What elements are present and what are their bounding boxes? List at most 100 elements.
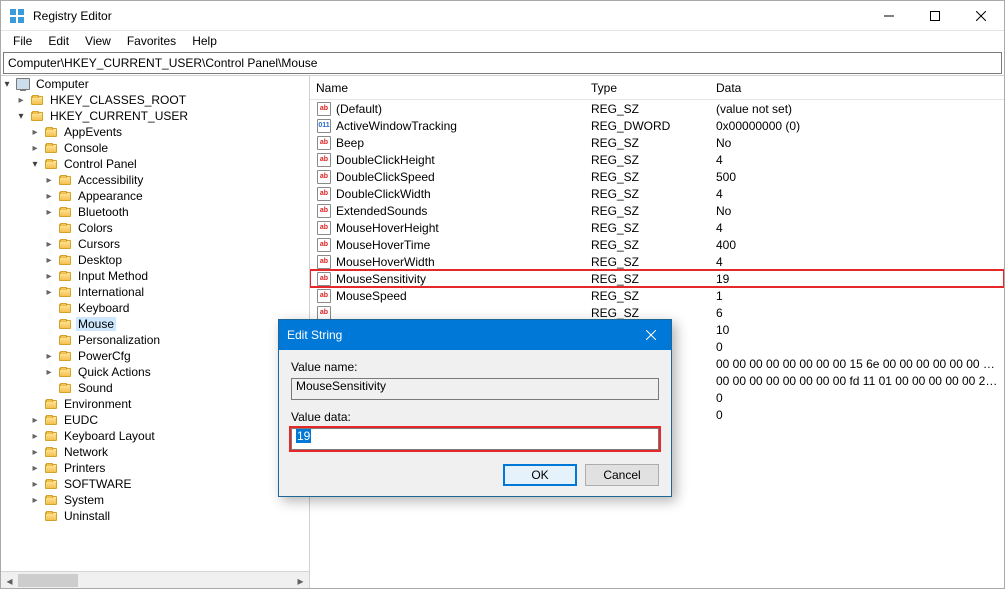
scroll-left-icon[interactable]: ◂ bbox=[1, 572, 18, 588]
folder-icon bbox=[57, 333, 73, 347]
expander-icon[interactable]: ▸ bbox=[29, 126, 41, 138]
expander-icon[interactable] bbox=[29, 398, 41, 410]
tree-item-powercfg[interactable]: ▸PowerCfg bbox=[1, 348, 309, 364]
expander-icon[interactable]: ▸ bbox=[29, 494, 41, 506]
tree-item-keyboard[interactable]: Keyboard bbox=[1, 300, 309, 316]
tree-item-appearance[interactable]: ▸Appearance bbox=[1, 188, 309, 204]
expander-icon[interactable] bbox=[43, 222, 55, 234]
list-row[interactable]: ab(Default)REG_SZ(value not set) bbox=[310, 100, 1004, 117]
expander-icon[interactable]: ▸ bbox=[43, 366, 55, 378]
expander-icon[interactable]: ▸ bbox=[29, 446, 41, 458]
list-row[interactable]: abExtendedSoundsREG_SZNo bbox=[310, 202, 1004, 219]
tree-item-console[interactable]: ▸Console bbox=[1, 140, 309, 156]
address-bar[interactable]: Computer\HKEY_CURRENT_USER\Control Panel… bbox=[3, 52, 1002, 74]
expander-icon[interactable]: ▸ bbox=[29, 430, 41, 442]
column-name[interactable]: Name bbox=[310, 81, 585, 95]
tree-item-inputmethod[interactable]: ▸Input Method bbox=[1, 268, 309, 284]
expander-icon[interactable]: ▸ bbox=[15, 94, 27, 106]
expander-icon[interactable] bbox=[43, 318, 55, 330]
list-row[interactable]: abMouseHoverWidthREG_SZ4 bbox=[310, 253, 1004, 270]
expander-icon[interactable]: ▸ bbox=[43, 254, 55, 266]
tree-item-colors[interactable]: Colors bbox=[1, 220, 309, 236]
list-row[interactable]: 011ActiveWindowTrackingREG_DWORD0x000000… bbox=[310, 117, 1004, 134]
scroll-right-icon[interactable]: ▸ bbox=[292, 572, 309, 588]
expander-icon[interactable]: ▾ bbox=[15, 110, 27, 122]
expander-icon[interactable]: ▸ bbox=[43, 270, 55, 282]
tree-item-eudc[interactable]: ▸EUDC bbox=[1, 412, 309, 428]
tree-label: Control Panel bbox=[62, 157, 139, 171]
expander-icon[interactable] bbox=[43, 302, 55, 314]
tree-item-environment[interactable]: Environment bbox=[1, 396, 309, 412]
tree-item-system[interactable]: ▸System bbox=[1, 492, 309, 508]
tree-item-appevents[interactable]: ▸AppEvents bbox=[1, 124, 309, 140]
ok-button[interactable]: OK bbox=[503, 464, 577, 486]
minimize-button[interactable] bbox=[866, 1, 912, 31]
list-row[interactable]: abMouseSpeedREG_SZ1 bbox=[310, 287, 1004, 304]
tree-item-sound[interactable]: Sound bbox=[1, 380, 309, 396]
expander-icon[interactable]: ▸ bbox=[29, 414, 41, 426]
menu-help[interactable]: Help bbox=[184, 32, 225, 50]
column-type[interactable]: Type bbox=[585, 81, 710, 95]
expander-icon[interactable]: ▸ bbox=[43, 190, 55, 202]
tree-scrollbar[interactable]: ◂ ▸ bbox=[1, 571, 309, 588]
expander-icon[interactable] bbox=[43, 382, 55, 394]
menu-edit[interactable]: Edit bbox=[40, 32, 77, 50]
expander-icon[interactable] bbox=[43, 334, 55, 346]
list-row[interactable]: abDoubleClickSpeedREG_SZ500 bbox=[310, 168, 1004, 185]
list-row[interactable]: abMouseHoverHeightREG_SZ4 bbox=[310, 219, 1004, 236]
tree-item-international[interactable]: ▸International bbox=[1, 284, 309, 300]
menu-view[interactable]: View bbox=[77, 32, 119, 50]
folder-icon bbox=[43, 461, 59, 475]
list-row[interactable]: abDoubleClickHeightREG_SZ4 bbox=[310, 151, 1004, 168]
expander-icon[interactable]: ▸ bbox=[29, 462, 41, 474]
column-data[interactable]: Data bbox=[710, 81, 1004, 95]
value-name-field[interactable]: MouseSensitivity bbox=[291, 378, 659, 400]
tree-item-personalization[interactable]: Personalization bbox=[1, 332, 309, 348]
tree-item-bluetooth[interactable]: ▸Bluetooth bbox=[1, 204, 309, 220]
cancel-button[interactable]: Cancel bbox=[585, 464, 659, 486]
list-row[interactable]: abMouseSensitivityREG_SZ19 bbox=[310, 270, 1004, 287]
expander-icon[interactable]: ▾ bbox=[1, 78, 13, 90]
value-type: REG_SZ bbox=[585, 136, 710, 150]
list-row[interactable]: abMouseHoverTimeREG_SZ400 bbox=[310, 236, 1004, 253]
close-button[interactable] bbox=[958, 1, 1004, 31]
expander-icon[interactable]: ▸ bbox=[43, 238, 55, 250]
value-type-icon: ab bbox=[316, 272, 332, 286]
tree-item-computer[interactable]: ▾ Computer bbox=[1, 76, 309, 92]
dialog-title-bar[interactable]: Edit String bbox=[279, 320, 671, 350]
expander-icon[interactable]: ▸ bbox=[43, 206, 55, 218]
tree-item-network[interactable]: ▸Network bbox=[1, 444, 309, 460]
list-row[interactable]: abBeepREG_SZNo bbox=[310, 134, 1004, 151]
tree-pane[interactable]: ▾ Computer ▸ HKEY_CLASSES_ROOT ▾ HKEY_CU… bbox=[1, 76, 310, 588]
tree-item-desktop[interactable]: ▸Desktop bbox=[1, 252, 309, 268]
menu-file[interactable]: File bbox=[5, 32, 40, 50]
dialog-close-button[interactable] bbox=[631, 320, 671, 350]
expander-icon[interactable] bbox=[29, 510, 41, 522]
value-data-label: Value data: bbox=[291, 410, 659, 424]
tree-item-quickactions[interactable]: ▸Quick Actions bbox=[1, 364, 309, 380]
tree-item-hkcu[interactable]: ▾ HKEY_CURRENT_USER bbox=[1, 108, 309, 124]
tree-item-keyboardlayout[interactable]: ▸Keyboard Layout bbox=[1, 428, 309, 444]
tree-item-software[interactable]: ▸SOFTWARE bbox=[1, 476, 309, 492]
expander-icon[interactable]: ▸ bbox=[43, 174, 55, 186]
expander-icon[interactable]: ▾ bbox=[29, 158, 41, 170]
expander-icon[interactable]: ▸ bbox=[43, 350, 55, 362]
window-controls bbox=[866, 1, 1004, 31]
tree-item-accessibility[interactable]: ▸Accessibility bbox=[1, 172, 309, 188]
tree-item-printers[interactable]: ▸Printers bbox=[1, 460, 309, 476]
expander-icon[interactable]: ▸ bbox=[43, 286, 55, 298]
tree-item-uninstall[interactable]: Uninstall bbox=[1, 508, 309, 524]
tree-item-mouse[interactable]: Mouse bbox=[1, 316, 309, 332]
tree-item-controlpanel[interactable]: ▾ Control Panel bbox=[1, 156, 309, 172]
value-data-field[interactable]: 19 bbox=[291, 428, 659, 450]
tree-item-cursors[interactable]: ▸Cursors bbox=[1, 236, 309, 252]
tree-item-hkcr[interactable]: ▸ HKEY_CLASSES_ROOT bbox=[1, 92, 309, 108]
value-name: MouseSensitivity bbox=[336, 272, 426, 286]
expander-icon[interactable]: ▸ bbox=[29, 142, 41, 154]
expander-icon[interactable]: ▸ bbox=[29, 478, 41, 490]
maximize-button[interactable] bbox=[912, 1, 958, 31]
list-row[interactable]: abDoubleClickWidthREG_SZ4 bbox=[310, 185, 1004, 202]
dialog-buttons: OK Cancel bbox=[291, 460, 659, 486]
scroll-thumb[interactable] bbox=[18, 574, 78, 587]
menu-favorites[interactable]: Favorites bbox=[119, 32, 184, 50]
